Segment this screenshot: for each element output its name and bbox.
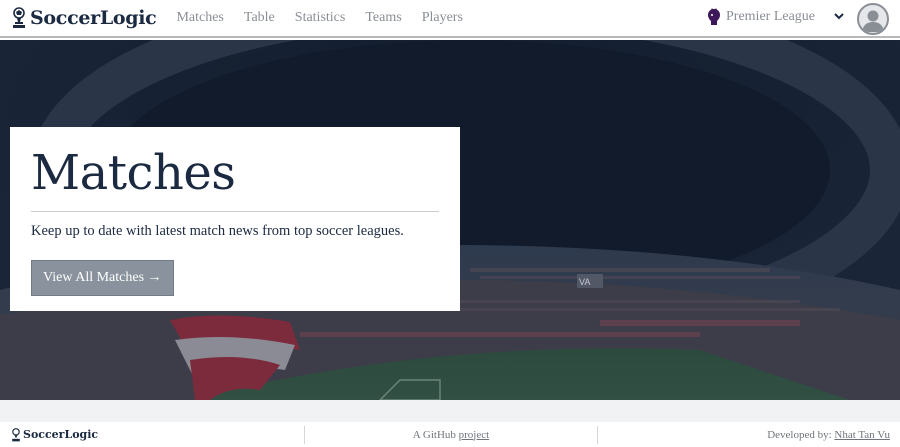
nav-link-players[interactable]: Players xyxy=(422,10,463,26)
trophy-icon xyxy=(13,7,25,28)
footer-github: A GitHub project xyxy=(305,429,597,441)
developer-link[interactable]: Nhat Tan Vu xyxy=(834,429,890,441)
footer-brand-name: SoccerLogic xyxy=(23,428,99,441)
footer-dev-prefix: Developed by: xyxy=(767,428,835,441)
brand-logo[interactable]: SoccerLogic xyxy=(10,7,157,29)
trophy-icon xyxy=(12,427,20,441)
nav-link-matches[interactable]: Matches xyxy=(176,10,223,26)
league-select[interactable]: Premier League xyxy=(706,8,844,26)
title-divider xyxy=(31,211,439,212)
github-project-link[interactable]: project xyxy=(459,429,490,441)
footer-brand[interactable]: SoccerLogic xyxy=(10,427,304,442)
user-avatar-icon xyxy=(862,10,884,32)
top-navbar: SoccerLogic Matches Table Statistics Tea… xyxy=(0,0,900,38)
footer-github-prefix: A GitHub xyxy=(412,428,459,441)
svg-text:VA: VA xyxy=(579,277,590,287)
nav-link-table[interactable]: Table xyxy=(244,10,275,26)
view-all-matches-button[interactable]: View All Matches → xyxy=(31,260,174,296)
user-avatar[interactable] xyxy=(857,3,889,35)
footer-band xyxy=(0,400,900,422)
brand-name: SoccerLogic xyxy=(30,7,157,29)
chevron-down-icon xyxy=(834,13,844,20)
premier-league-lion-icon xyxy=(708,8,720,25)
hero-banner: VA Matches Keep up to date with latest m… xyxy=(0,40,900,400)
footer-developer: Developed by: Nhat Tan Vu xyxy=(598,429,900,441)
nav-link-teams[interactable]: Teams xyxy=(365,10,401,26)
page-footer: SoccerLogic A GitHub project Developed b… xyxy=(0,422,900,447)
nav-links: Matches Table Statistics Teams Players xyxy=(176,10,482,26)
hero-card: Matches Keep up to date with latest matc… xyxy=(10,127,460,311)
page-title: Matches xyxy=(31,145,236,201)
nav-link-statistics[interactable]: Statistics xyxy=(295,10,346,26)
league-label: Premier League xyxy=(726,9,816,24)
hero-subtitle: Keep up to date with latest match news f… xyxy=(31,223,404,239)
